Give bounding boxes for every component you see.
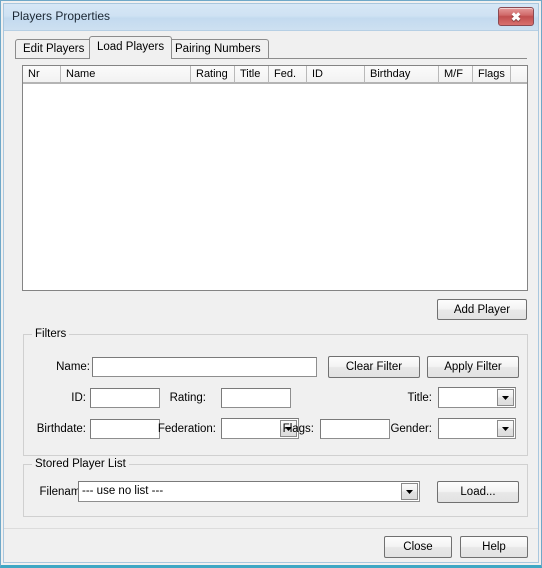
birthdate-filter-label: Birthdate: [36,423,86,435]
column-header-birthday-label: Birthday [370,68,411,80]
close-window-button[interactable]: ✖ [498,7,534,26]
column-header-nr[interactable]: Nr [23,66,61,83]
column-header-mf-label: M/F [444,68,463,80]
column-header-rating[interactable]: Rating [191,66,235,83]
rating-filter-label: Rating: [169,392,206,404]
footer-separator [4,528,538,529]
title-bar[interactable]: Players Properties ✖ [4,4,538,31]
close-button[interactable]: Close [384,536,452,558]
window-title: Players Properties [12,9,111,23]
tab-selected-underline-gap [90,58,166,59]
tab-edit-players[interactable]: Edit Players [15,39,93,58]
column-header-fed-label: Fed. [274,68,297,80]
load-button-label: Load... [460,486,496,498]
apply-filter-button-label: Apply Filter [444,361,502,373]
filters-group-title: Filters [32,328,70,340]
name-filter-label: Name: [56,361,90,373]
column-header-title-label: Title [240,68,261,80]
dialog-window: Players Properties ✖ Edit Players Load P… [0,0,542,568]
clear-filter-button[interactable]: Clear Filter [328,356,420,378]
column-header-title[interactable]: Title [235,66,269,83]
column-header-nr-label: Nr [28,68,40,80]
add-player-button[interactable]: Add Player [437,299,527,320]
rating-filter-input[interactable] [221,388,291,408]
close-button-label: Close [403,541,433,553]
column-header-name-label: Name [66,68,96,80]
name-filter-input[interactable] [92,357,317,377]
flags-filter-label: Flags: [282,423,314,435]
column-header-fed[interactable]: Fed. [269,66,307,83]
stored-player-list-group-title: Stored Player List [32,458,129,470]
chevron-down-icon[interactable] [497,420,514,437]
load-button[interactable]: Load... [437,481,519,503]
dialog-window-inner: Players Properties ✖ Edit Players Load P… [3,3,539,563]
title-filter-combo-value [442,388,495,407]
tab-load-players[interactable]: Load Players [89,36,173,59]
tab-strip: Edit Players Load Players Pairing Number… [15,36,527,59]
filename-combo-value: --- use no list --- [82,485,164,497]
help-button[interactable]: Help [460,536,528,558]
players-list-header: Nr Name Rating Title Fed. ID Birthday M/… [23,66,527,84]
title-filter-label: Title: [407,392,433,404]
column-header-id[interactable]: ID [307,66,365,83]
column-header-rating-label: Rating [196,68,228,80]
column-header-mf[interactable]: M/F [439,66,473,83]
clear-filter-button-label: Clear Filter [345,361,403,373]
close-icon: ✖ [510,9,522,24]
column-header-birthday[interactable]: Birthday [365,66,439,83]
title-filter-combo[interactable] [438,387,516,408]
column-header-spacer[interactable] [511,66,527,83]
tab-load-players-label: Load Players [97,41,165,53]
players-list[interactable]: Nr Name Rating Title Fed. ID Birthday M/… [22,65,528,291]
players-list-body[interactable] [23,84,527,290]
federation-filter-label: Federation: [157,423,216,435]
column-header-flags[interactable]: Flags [473,66,511,83]
gender-filter-combo[interactable] [438,418,516,439]
column-header-flags-label: Flags [478,68,505,80]
column-header-name[interactable]: Name [61,66,191,83]
gender-filter-combo-value [442,419,495,438]
apply-filter-button[interactable]: Apply Filter [427,356,519,378]
chevron-down-icon[interactable] [401,483,418,500]
tab-pairing-numbers[interactable]: Pairing Numbers [167,39,269,58]
dialog-client-area: Edit Players Load Players Pairing Number… [4,31,538,562]
gender-filter-label: Gender: [390,423,432,435]
chevron-down-icon[interactable] [497,389,514,406]
tab-edit-players-label: Edit Players [23,43,85,55]
id-filter-label: ID: [71,392,86,404]
column-header-id-label: ID [312,68,323,80]
help-button-label: Help [482,541,506,553]
add-player-button-label: Add Player [453,303,511,316]
tab-pairing-numbers-label: Pairing Numbers [175,43,261,55]
filename-combo[interactable]: --- use no list --- [78,481,420,502]
